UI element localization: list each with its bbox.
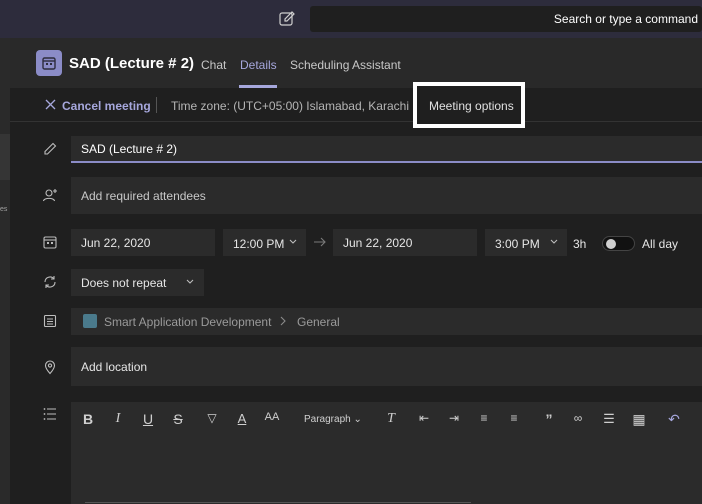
location-input[interactable]: Add location	[71, 347, 702, 386]
start-date-field[interactable]: Jun 22, 2020	[71, 229, 215, 256]
search-placeholder: Search or type a command	[553, 12, 698, 26]
search-input[interactable]: Search or type a command	[310, 6, 702, 32]
meeting-title-input[interactable]: SAD (Lecture # 2)	[71, 136, 702, 163]
underline-icon[interactable]: U	[138, 411, 158, 427]
tab-scheduling-assistant[interactable]: Scheduling Assistant	[290, 58, 401, 72]
table-icon[interactable]: ▦	[629, 411, 649, 428]
attendees-input[interactable]: Add required attendees	[71, 177, 702, 214]
channel-icon	[83, 314, 97, 328]
calendar-small-icon	[43, 236, 57, 249]
clear-formatting-icon[interactable]: T	[381, 411, 401, 427]
channel-team-name: Smart Application Development	[104, 315, 272, 329]
end-date-value: Jun 22, 2020	[343, 236, 413, 250]
bold-icon[interactable]: B	[78, 411, 98, 427]
location-placeholder: Add location	[81, 360, 148, 374]
meeting-options-button[interactable]: Meeting options	[413, 82, 525, 128]
duration-label: 3h	[573, 237, 587, 251]
meeting-title-value: SAD (Lecture # 2)	[81, 142, 178, 156]
left-rail-selected-item[interactable]	[0, 134, 10, 180]
numbered-list-icon[interactable]: ≡	[504, 411, 524, 425]
add-person-icon	[42, 189, 57, 202]
meeting-options-label: Meeting options	[429, 99, 514, 113]
toolbar-divider	[156, 97, 157, 113]
attendees-placeholder: Add required attendees	[81, 189, 206, 203]
calendar-icon	[36, 50, 62, 76]
chevron-down-icon	[186, 279, 194, 284]
paragraph-dropdown[interactable]: Paragraph ⌄	[304, 414, 362, 425]
end-time-dropdown[interactable]: 3:00 PM	[485, 229, 567, 256]
repeat-dropdown[interactable]: Does not repeat	[71, 269, 204, 296]
location-icon	[44, 360, 56, 375]
pencil-icon	[44, 142, 57, 155]
compose-icon[interactable]	[278, 10, 296, 28]
toggle-knob	[606, 239, 616, 249]
start-date-value: Jun 22, 2020	[81, 236, 151, 250]
description-editor[interactable]: B I U S ▽ A AA Paragraph ⌄ T ⇤ ⇥ ≡ ≡ ” ∞…	[71, 402, 702, 504]
chevron-down-icon	[550, 239, 558, 244]
bullet-list-icon[interactable]: ≡	[474, 411, 494, 425]
highlight-icon[interactable]: ▽	[202, 411, 222, 425]
channel-selector[interactable]: Smart Application Development General	[71, 308, 702, 335]
end-date-field[interactable]: Jun 22, 2020	[333, 229, 477, 256]
end-time-value: 3:00 PM	[495, 237, 540, 251]
tab-details[interactable]: Details	[240, 58, 277, 72]
left-rail-label-fragment: es	[0, 206, 8, 213]
repeat-value: Does not repeat	[81, 276, 167, 290]
chevron-right-icon	[280, 316, 286, 326]
strikethrough-icon[interactable]: S	[168, 411, 188, 427]
top-bar: Search or type a command	[0, 0, 702, 38]
start-time-dropdown[interactable]: 12:00 PM	[223, 229, 306, 256]
details-list-icon	[43, 408, 56, 420]
quote-icon[interactable]: ”	[539, 411, 559, 427]
arrow-right-icon	[314, 237, 326, 247]
font-color-icon[interactable]: A	[232, 411, 252, 426]
decrease-indent-icon[interactable]: ⇤	[414, 411, 434, 425]
repeat-icon	[44, 276, 56, 288]
format-toolbar: B I U S ▽ A AA Paragraph ⌄ T ⇤ ⇥ ≡ ≡ ” ∞…	[71, 402, 702, 436]
undo-icon[interactable]: ↶	[664, 411, 684, 428]
horizontal-rule-icon[interactable]: ☰	[599, 411, 619, 427]
increase-indent-icon[interactable]: ⇥	[444, 411, 464, 425]
cancel-meeting-button[interactable]: Cancel meeting	[62, 99, 151, 113]
paragraph-label: Paragraph	[304, 414, 351, 425]
all-day-toggle[interactable]	[602, 236, 635, 251]
page-title: SAD (Lecture # 2)	[69, 55, 195, 72]
tab-chat[interactable]: Chat	[201, 58, 226, 72]
left-rail	[0, 38, 10, 504]
list-icon	[43, 314, 57, 328]
chevron-down-icon	[289, 239, 297, 244]
close-icon	[45, 99, 56, 110]
timezone-selector[interactable]: Time zone: (UTC+05:00) Islamabad, Karach…	[171, 99, 409, 113]
font-size-icon[interactable]: AA	[262, 411, 282, 423]
channel-name: General	[297, 315, 340, 329]
meeting-header: SAD (Lecture # 2) Chat Details Schedulin…	[10, 38, 702, 88]
meeting-toolbar: Cancel meeting Time zone: (UTC+05:00) Is…	[10, 82, 702, 128]
editor-bottom-line	[85, 502, 471, 503]
all-day-label: All day	[642, 237, 679, 251]
link-icon[interactable]: ∞	[568, 411, 588, 425]
italic-icon[interactable]: I	[108, 411, 128, 427]
start-time-value: 12:00 PM	[233, 237, 285, 251]
